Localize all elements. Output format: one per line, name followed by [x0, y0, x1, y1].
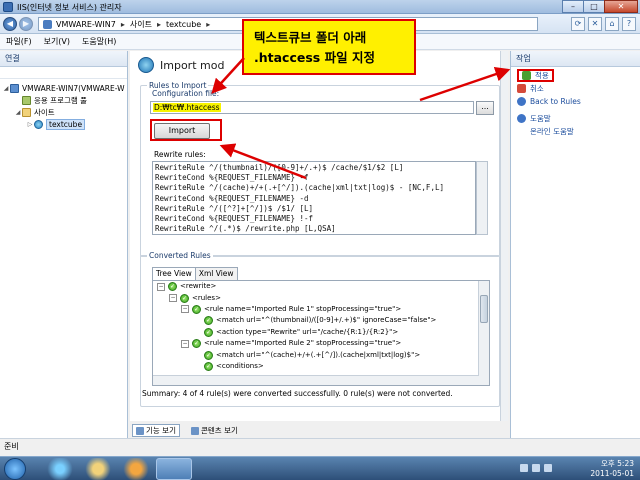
arrow-to-apply-action [419, 66, 511, 102]
annotation-arrows [211, 57, 511, 180]
arrow-to-config-file [211, 57, 245, 94]
arrow-to-import-button [219, 143, 307, 180]
